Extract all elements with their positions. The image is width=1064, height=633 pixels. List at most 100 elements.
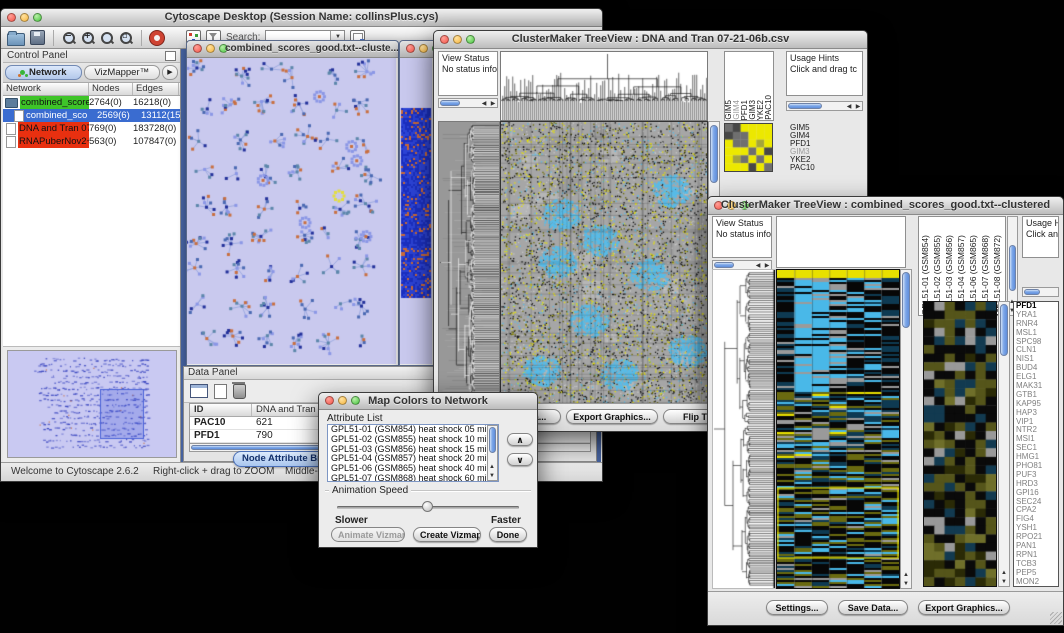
status-zoom-hint: Right-click + drag to ZOOM	[153, 466, 274, 477]
zoom-fit-icon[interactable]	[100, 31, 114, 45]
network-row-rnapubernov2[interactable]: RNAPuberNov2+ 563(0) 107847(0)	[3, 135, 180, 148]
col-id[interactable]: ID	[190, 404, 252, 416]
scroll-down-icon[interactable]: ▼	[1000, 578, 1008, 586]
resize-grip[interactable]	[1050, 612, 1062, 624]
row-label: PAC10	[790, 164, 830, 172]
scroll-left-icon[interactable]: ◀	[480, 100, 488, 108]
treeview2-vscrollbar[interactable]: ▲ ▼	[900, 269, 912, 589]
treeview2-button-bar: Settings... Save Data... Export Graphics…	[708, 591, 1063, 625]
network-view-window-2	[399, 40, 435, 366]
network-row-combined-scores[interactable]: combined_scores 2764(0) 16218(0)	[3, 96, 180, 109]
treeview1-title: ClusterMaker TreeView : DNA and Tran 07-…	[434, 33, 867, 45]
scroll-up-icon[interactable]: ▲	[902, 571, 910, 579]
file-icon	[6, 123, 16, 135]
treeview1-mini-heatmap[interactable]	[724, 123, 773, 172]
folder-icon	[5, 98, 18, 108]
zoom-in-icon[interactable]: +	[81, 31, 95, 45]
network-graph-canvas-2[interactable]	[400, 58, 432, 364]
treeview2-usage-scrollbar[interactable]	[1022, 287, 1059, 297]
scroll-up-icon[interactable]: ▲	[1000, 569, 1008, 577]
treeview1-column-dendrogram[interactable]	[500, 51, 708, 121]
treeview2-window: ClusterMaker TreeView : combined_scores_…	[707, 196, 1064, 626]
scroll-up-icon[interactable]: ▲	[488, 463, 496, 471]
delete-attribute-icon[interactable]	[233, 384, 246, 399]
help-lifesaver-icon[interactable]	[150, 31, 164, 45]
network-row-combined-sco-selected[interactable]: combined_sco 2569(6) 13112(15)	[3, 109, 180, 122]
network-view-window: combined_scores_good.txt--cluste...	[186, 40, 399, 366]
main-window-title: Cytoscape Desktop (Session Name: collins…	[1, 11, 602, 23]
treeview1-usage-scrollbar[interactable]: ◀ ▶	[786, 101, 863, 111]
save-data-button[interactable]: Save Data...	[838, 600, 908, 615]
network-view-titlebar[interactable]: combined_scores_good.txt--cluste...	[187, 41, 398, 58]
col-nodes[interactable]: Nodes	[89, 83, 133, 95]
float-panel-icon[interactable]	[165, 51, 176, 61]
scroll-right-icon[interactable]: ▶	[489, 100, 497, 108]
export-graphics-button[interactable]: Export Graphics...	[918, 600, 1010, 615]
slider-thumb[interactable]	[422, 501, 433, 512]
new-attribute-icon[interactable]	[214, 384, 227, 399]
control-panel-title: Control Panel	[7, 50, 68, 61]
network-view-2-titlebar[interactable]	[400, 41, 434, 58]
network-graph-canvas[interactable]	[187, 58, 396, 364]
status-welcome: Welcome to Cytoscape 2.6.2	[11, 466, 139, 477]
move-down-button[interactable]: ∨	[507, 453, 533, 466]
scroll-right-icon[interactable]: ▶	[854, 103, 862, 111]
tab-network[interactable]: Network	[5, 65, 82, 80]
control-panel-header: Control Panel	[3, 49, 180, 63]
treeview1-heatmap[interactable]	[500, 121, 708, 404]
network-overview-panel[interactable]	[7, 350, 177, 458]
treeview2-detail-scrollbar[interactable]: ▲ ▼	[998, 301, 1010, 587]
column-label: PAC10	[765, 95, 773, 120]
dialog-title: Map Colors to Network	[319, 395, 537, 407]
zoom-out-icon[interactable]: −	[62, 31, 76, 45]
treeview2-row-dendrogram[interactable]	[712, 269, 776, 589]
treeview1-row-labels: GIM5GIM4PFD1GIM3YKE2PAC10	[790, 124, 830, 172]
scroll-down-icon[interactable]: ▼	[488, 472, 496, 480]
treeview2-detail-heatmap[interactable]	[923, 301, 997, 587]
network-tree-empty-area	[3, 148, 180, 347]
tab-vizmapper[interactable]: VizMapper™	[84, 65, 161, 80]
scroll-left-icon[interactable]: ◀	[845, 103, 853, 111]
col-edges[interactable]: Edges	[133, 83, 179, 95]
zoom-selected-icon[interactable]: ▫	[119, 31, 133, 45]
treeview2-titlebar[interactable]: ClusterMaker TreeView : combined_scores_…	[708, 197, 1063, 215]
attribute-list[interactable]: GPL51-01 (GSM854) heat shock 05 minGPL51…	[327, 424, 499, 482]
close-button[interactable]	[406, 44, 415, 53]
animation-speed-label: Animation Speed	[329, 485, 411, 496]
col-network[interactable]: Network	[3, 83, 89, 95]
export-graphics-button[interactable]: Export Graphics...	[566, 409, 658, 424]
gene-label[interactable]: MON2	[1014, 578, 1058, 587]
move-up-button[interactable]: ∧	[507, 433, 533, 446]
minimize-button[interactable]	[419, 44, 428, 53]
treeview2-column-dendrogram[interactable]	[776, 216, 906, 268]
main-titlebar[interactable]: Cytoscape Desktop (Session Name: collins…	[1, 9, 602, 27]
treeview1-row-dendrogram[interactable]	[438, 121, 500, 404]
attribute-list-scrollbar[interactable]: ▲ ▼	[487, 425, 498, 481]
open-session-icon[interactable]	[7, 33, 25, 46]
toolbar-separator	[53, 30, 54, 46]
file-icon	[6, 136, 16, 148]
settings-button[interactable]: Settings...	[766, 600, 828, 615]
tabs-overflow-button[interactable]: ▶	[162, 65, 178, 80]
network-view-title: combined_scores_good.txt--cluste...	[187, 43, 398, 54]
map-colors-dialog: Map Colors to Network Attribute List GPL…	[318, 392, 538, 548]
treeview1-column-labels: GIM5GIM4PFD1GIM3YKE2PAC10	[724, 51, 774, 121]
select-attributes-icon[interactable]	[190, 384, 208, 398]
treeview2-usage-hints: Usage Hi Click and	[1022, 216, 1059, 258]
network-row-dna-tran[interactable]: DNA and Tran 07 769(0) 183728(0)	[3, 122, 180, 135]
treeview1-status-scrollbar[interactable]: ◀ ▶	[438, 98, 498, 108]
dialog-titlebar[interactable]: Map Colors to Network	[319, 393, 537, 410]
animate-vizmap-button[interactable]: Animate Vizmap	[331, 527, 405, 542]
create-vizmap-button[interactable]: Create Vizmap	[413, 527, 481, 542]
status-pan-hint: Middle-	[285, 466, 318, 477]
attribute-item[interactable]: GPL51-07 (GSM868) heat shock 60 min	[328, 474, 498, 482]
treeview2-gene-list: PFD1YRA1RNR4MSL1SPC98CLN1NIS1BUD4ELG1MAK…	[1013, 301, 1059, 587]
treeview1-titlebar[interactable]: ClusterMaker TreeView : DNA and Tran 07-…	[434, 31, 867, 49]
file-icon	[14, 110, 24, 122]
scroll-down-icon[interactable]: ▼	[902, 580, 910, 588]
network-overview-canvas[interactable]	[8, 351, 176, 457]
treeview2-heatmap[interactable]	[776, 269, 900, 589]
save-session-icon[interactable]	[30, 30, 45, 45]
desktop: Cytoscape Desktop (Session Name: collins…	[0, 0, 1064, 633]
done-button[interactable]: Done	[489, 527, 527, 542]
